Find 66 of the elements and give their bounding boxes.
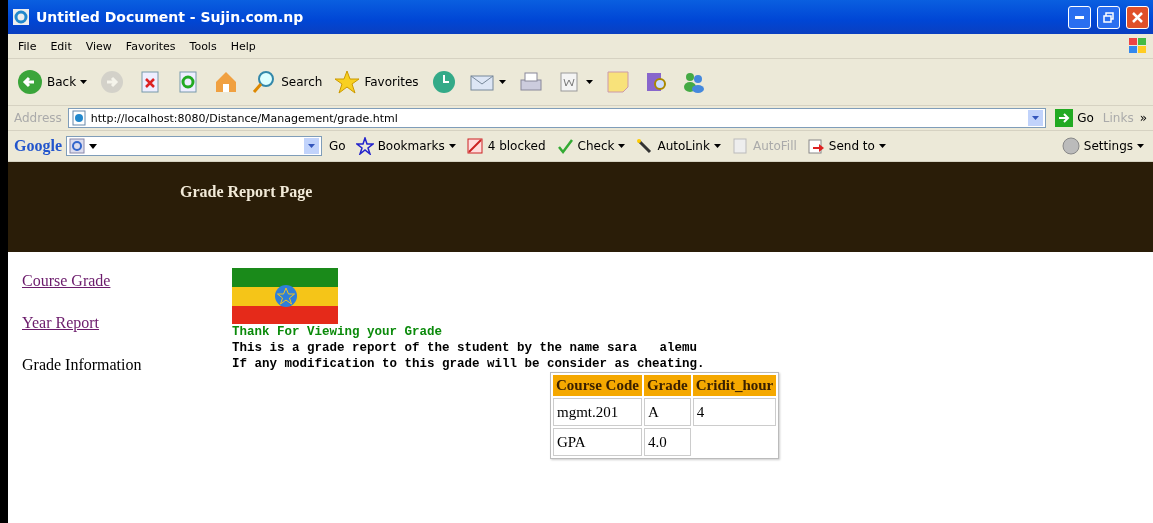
page-icon bbox=[70, 110, 87, 126]
minimize-button[interactable] bbox=[1068, 5, 1091, 29]
caret-icon bbox=[498, 80, 506, 84]
report-text: This is a grade report of the student by the name sara alemu bbox=[232, 340, 699, 356]
table-cell: 4.0 bbox=[643, 428, 691, 456]
caret-icon bbox=[448, 144, 456, 148]
settings-button[interactable]: Settings bbox=[1058, 135, 1147, 157]
sidebar-link[interactable]: Course Grade bbox=[22, 272, 111, 289]
blocked-popup-icon bbox=[465, 137, 484, 155]
wand-icon bbox=[635, 137, 654, 155]
more-chevron[interactable]: » bbox=[1139, 111, 1147, 125]
star-icon bbox=[334, 69, 361, 95]
sidebar-link[interactable]: Year Report bbox=[22, 314, 100, 331]
caret-icon bbox=[878, 144, 886, 148]
caret-icon bbox=[80, 80, 88, 84]
favorites-button[interactable]: Favorites bbox=[331, 67, 422, 97]
column-header: Cridit_hour bbox=[692, 375, 777, 396]
search-button[interactable]: Search bbox=[248, 67, 326, 97]
caret-icon bbox=[618, 144, 626, 148]
table-cell: GPA bbox=[553, 428, 642, 456]
dropdown-icon bbox=[1028, 110, 1044, 126]
caret-icon bbox=[1137, 144, 1144, 148]
close-icon bbox=[1132, 11, 1143, 23]
go-button[interactable]: Go bbox=[1052, 107, 1097, 129]
sendto-button[interactable]: Send to bbox=[803, 135, 889, 157]
windows-logo-icon bbox=[1127, 36, 1149, 56]
address-label: Address bbox=[14, 111, 62, 125]
thanks-message: Thank For Viewing your Grade bbox=[232, 324, 444, 340]
caret-icon bbox=[585, 80, 593, 84]
clock-icon bbox=[430, 69, 457, 95]
browser-logo-icon bbox=[12, 8, 30, 26]
menu-item[interactable]: Favorites bbox=[119, 37, 182, 55]
blocked-button[interactable]: 4 blocked bbox=[462, 135, 549, 157]
menu-item[interactable]: Help bbox=[224, 37, 262, 55]
table-cell: 4 bbox=[692, 398, 777, 426]
menu-item[interactable]: File bbox=[12, 37, 43, 55]
banner-title: Grade Report Page bbox=[180, 183, 313, 200]
form-icon bbox=[730, 137, 749, 155]
google-search-field[interactable] bbox=[66, 136, 322, 156]
go-button[interactable]: Go bbox=[326, 137, 349, 155]
table-cell: A bbox=[643, 398, 691, 426]
back-button[interactable]: Back bbox=[14, 67, 91, 97]
address-field[interactable]: http://localhost:8080/Distance/Management/grade.html bbox=[67, 108, 1047, 128]
send-icon bbox=[806, 137, 825, 155]
spell-check-icon bbox=[555, 137, 574, 155]
report-text: If any modification to this grade will be consider as cheating. bbox=[232, 356, 706, 372]
autolink-button[interactable]: AutoLink bbox=[632, 135, 724, 157]
table-cell: mgmt.201 bbox=[553, 398, 642, 426]
caret-icon bbox=[713, 144, 721, 148]
menu-item[interactable]: Tools bbox=[183, 37, 223, 55]
window-title: Untitled Document - Sujin.com.np bbox=[36, 9, 305, 25]
menu-item[interactable]: Edit bbox=[44, 37, 78, 55]
sidebar-heading: Grade Information bbox=[22, 356, 142, 373]
check-button[interactable]: Check bbox=[552, 135, 629, 157]
menu-item[interactable]: View bbox=[79, 37, 118, 55]
minimize-icon bbox=[1075, 15, 1084, 19]
column-header: Grade bbox=[643, 375, 691, 396]
google-logo: Google bbox=[14, 137, 62, 155]
dropdown-icon bbox=[304, 138, 319, 154]
restore-icon bbox=[1103, 11, 1114, 23]
note-icon bbox=[604, 69, 631, 95]
star-icon bbox=[355, 137, 374, 155]
close-button[interactable] bbox=[1126, 5, 1149, 29]
bookmarks-button[interactable]: Bookmarks bbox=[352, 135, 459, 157]
restore-button[interactable] bbox=[1097, 5, 1120, 29]
column-header: Course Code bbox=[553, 375, 642, 396]
